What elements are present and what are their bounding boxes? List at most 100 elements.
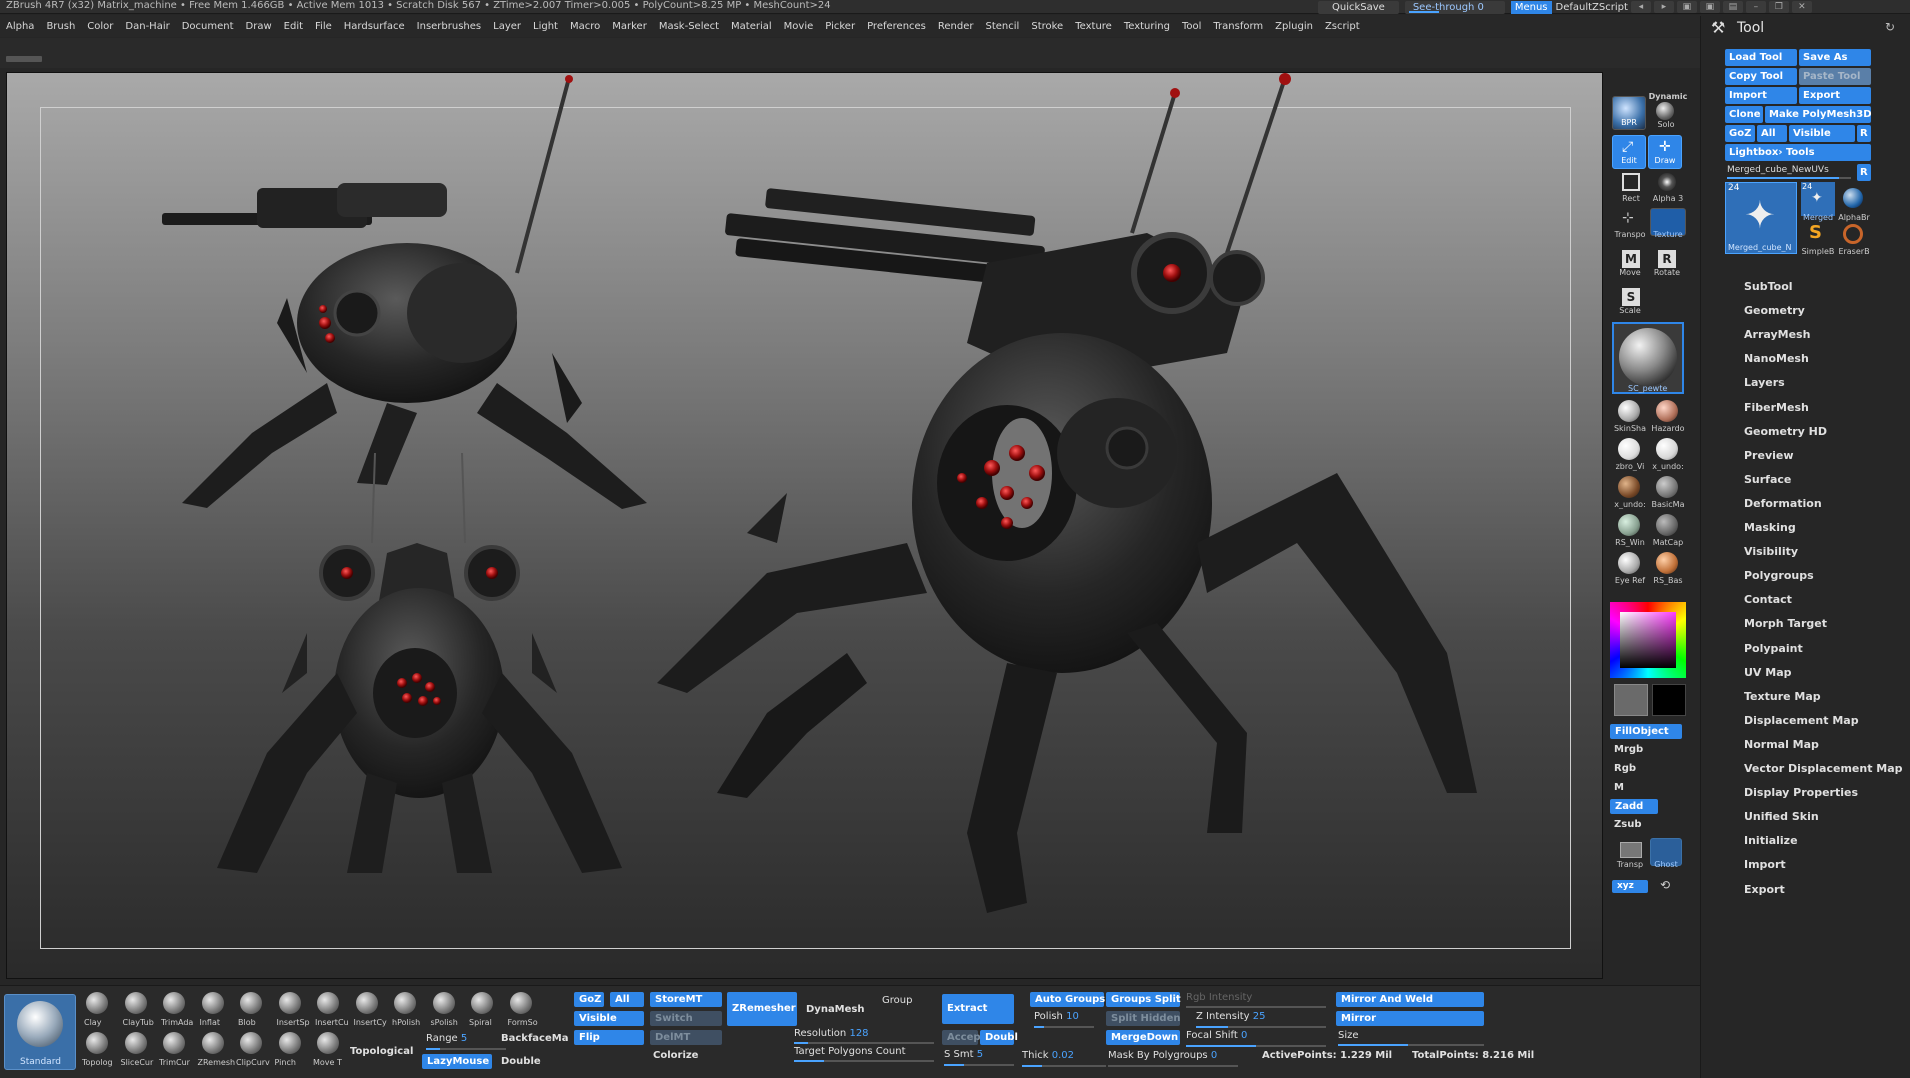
secondary-color-swatch[interactable] xyxy=(1652,684,1686,716)
dynamesh-button[interactable]: DynaMesh xyxy=(806,1004,865,1015)
z-intensity-slider[interactable] xyxy=(1196,1026,1326,1028)
range-control[interactable]: Range 5 xyxy=(426,1033,467,1044)
brush-8-icon[interactable] xyxy=(355,992,378,1014)
backface-mask-button[interactable]: BackfaceMa xyxy=(501,1033,568,1044)
tool-menu-preview[interactable]: Preview xyxy=(1744,449,1794,462)
minimize-icon[interactable]: – xyxy=(1745,1,1766,13)
menu-texturing[interactable]: Texturing xyxy=(1124,21,1170,32)
solo-icon[interactable] xyxy=(1656,102,1674,120)
menu-color[interactable]: Color xyxy=(87,21,113,32)
tool-menu-layers[interactable]: Layers xyxy=(1744,376,1785,389)
menu-dan-hair[interactable]: Dan-Hair xyxy=(125,21,169,32)
goz-button[interactable]: GoZ xyxy=(1725,125,1755,142)
zadd-button[interactable]: Zadd xyxy=(1610,799,1658,814)
tool-menu-geometry-hd[interactable]: Geometry HD xyxy=(1744,425,1827,438)
brush-row2-6-icon[interactable] xyxy=(278,1032,301,1054)
layout-left-icon[interactable]: ◂ xyxy=(1630,1,1651,13)
material-matcap-icon[interactable] xyxy=(1656,514,1678,536)
eraserbrush-thumb-icon[interactable] xyxy=(1843,224,1863,244)
menu-draw[interactable]: Draw xyxy=(246,21,272,32)
save-icon[interactable]: ▤ xyxy=(1722,1,1743,13)
goz-r-button[interactable]: R xyxy=(1857,125,1871,142)
layout-right-icon[interactable]: ▸ xyxy=(1653,1,1674,13)
material-slot[interactable]: SC_pewter xyxy=(1612,322,1684,394)
mirror-button[interactable]: Mirror xyxy=(1336,1011,1484,1026)
menu-zscript[interactable]: Zscript xyxy=(1325,21,1360,32)
fillobject-button[interactable]: FillObject xyxy=(1610,724,1682,739)
tool-menu-fibermesh[interactable]: FiberMesh xyxy=(1744,401,1809,414)
mask-polygroups-slider[interactable] xyxy=(1108,1065,1238,1067)
material-rsbase-icon[interactable] xyxy=(1656,552,1678,574)
double-extract-button[interactable]: Doubl xyxy=(980,1030,1018,1045)
lazymouse-button[interactable]: LazyMouse xyxy=(422,1054,492,1069)
menu-marker[interactable]: Marker xyxy=(612,21,647,32)
layout-icon-a[interactable]: ▣ xyxy=(1676,1,1697,13)
material-undo2-icon[interactable] xyxy=(1618,476,1640,498)
clone-button[interactable]: Clone xyxy=(1725,106,1763,123)
ssmt-slider[interactable] xyxy=(944,1064,1014,1066)
group-button[interactable]: Group xyxy=(882,995,912,1006)
material-eye-icon[interactable] xyxy=(1618,552,1640,574)
delmt-button[interactable]: DelMT xyxy=(650,1030,722,1045)
make-polymesh-button[interactable]: Make PolyMesh3D xyxy=(1765,106,1872,123)
mrgb-button[interactable]: Mrgb xyxy=(1614,744,1643,755)
menu-document[interactable]: Document xyxy=(182,21,234,32)
resolution-control[interactable]: Resolution 128 xyxy=(794,1028,869,1039)
brush-11-icon[interactable] xyxy=(471,992,493,1014)
accept-button[interactable]: Accep xyxy=(942,1030,981,1045)
tool-menu-geometry[interactable]: Geometry xyxy=(1744,304,1805,317)
menu-brush[interactable]: Brush xyxy=(46,21,75,32)
material-zbro-icon[interactable] xyxy=(1618,438,1640,460)
color-picker[interactable] xyxy=(1610,602,1686,678)
merge-down-button[interactable]: MergeDown xyxy=(1106,1030,1180,1045)
menu-stencil[interactable]: Stencil xyxy=(986,21,1020,32)
alphabrush-thumb-icon[interactable] xyxy=(1843,188,1863,208)
menu-inserbrushes[interactable]: Inserbrushes xyxy=(417,21,481,32)
size-label[interactable]: Size xyxy=(1338,1030,1359,1041)
brush-row2-2-icon[interactable] xyxy=(124,1032,147,1054)
storemt-button[interactable]: StoreMT xyxy=(650,992,722,1007)
menu-alpha[interactable]: Alpha xyxy=(6,21,34,32)
menu-hardsurface[interactable]: Hardsurface xyxy=(344,21,405,32)
menu-edit[interactable]: Edit xyxy=(284,21,303,32)
brush-row2-7-icon[interactable] xyxy=(317,1032,339,1054)
paste-tool-button[interactable]: Paste Tool xyxy=(1799,68,1871,85)
split-hidden-button[interactable]: Split Hidden xyxy=(1106,1011,1181,1026)
scale-icon[interactable]: S xyxy=(1622,288,1640,306)
goz-all-button[interactable]: All xyxy=(1757,125,1787,142)
tool-menu-surface[interactable]: Surface xyxy=(1744,473,1791,486)
goz-bottom-button[interactable]: GoZ xyxy=(574,992,604,1007)
tool-menu-visibility[interactable]: Visibility xyxy=(1744,545,1798,558)
menu-file[interactable]: File xyxy=(315,21,332,32)
menu-mask-select[interactable]: Mask-Select xyxy=(659,21,719,32)
brush-9-icon[interactable] xyxy=(394,992,416,1014)
tool-menu-arraymesh[interactable]: ArrayMesh xyxy=(1744,328,1810,341)
brush-6-icon[interactable] xyxy=(278,992,301,1014)
size-slider[interactable] xyxy=(1338,1044,1484,1046)
menu-render[interactable]: Render xyxy=(938,21,974,32)
local-symmetry-icon[interactable]: ⟲ xyxy=(1660,878,1670,892)
mirror-and-weld-button[interactable]: Mirror And Weld xyxy=(1336,992,1484,1007)
tool-menu-contact[interactable]: Contact xyxy=(1744,593,1792,606)
range-slider[interactable] xyxy=(426,1048,506,1050)
m-button[interactable]: M xyxy=(1614,782,1624,793)
focal-shift-control[interactable]: Focal Shift 0 xyxy=(1186,1030,1247,1041)
brush-5-icon[interactable] xyxy=(240,992,262,1014)
goz-visible-button[interactable]: Visible xyxy=(1789,125,1855,142)
quicksave-button[interactable]: QuickSave xyxy=(1318,0,1399,14)
tool-menu-displacement-map[interactable]: Displacement Map xyxy=(1744,714,1859,727)
lightbox-tools-button[interactable]: Lightbox› Tools xyxy=(1725,144,1871,161)
material-undo-icon[interactable] xyxy=(1656,438,1678,460)
rect-icon[interactable] xyxy=(1622,173,1640,191)
xyz-symmetry-button[interactable]: xyz xyxy=(1612,880,1648,893)
focal-shift-slider[interactable] xyxy=(1186,1045,1326,1047)
alpha-icon[interactable] xyxy=(1658,173,1676,191)
material-hazard-icon[interactable] xyxy=(1656,400,1678,422)
double-button[interactable]: Double xyxy=(501,1056,541,1067)
brush-4-icon[interactable] xyxy=(201,992,224,1014)
material-basic-icon[interactable] xyxy=(1656,476,1678,498)
restore-icon[interactable]: ❐ xyxy=(1768,1,1789,13)
rotate-icon[interactable]: R xyxy=(1658,250,1676,268)
import-button[interactable]: Import xyxy=(1725,87,1797,104)
menu-texture[interactable]: Texture xyxy=(1075,21,1112,32)
